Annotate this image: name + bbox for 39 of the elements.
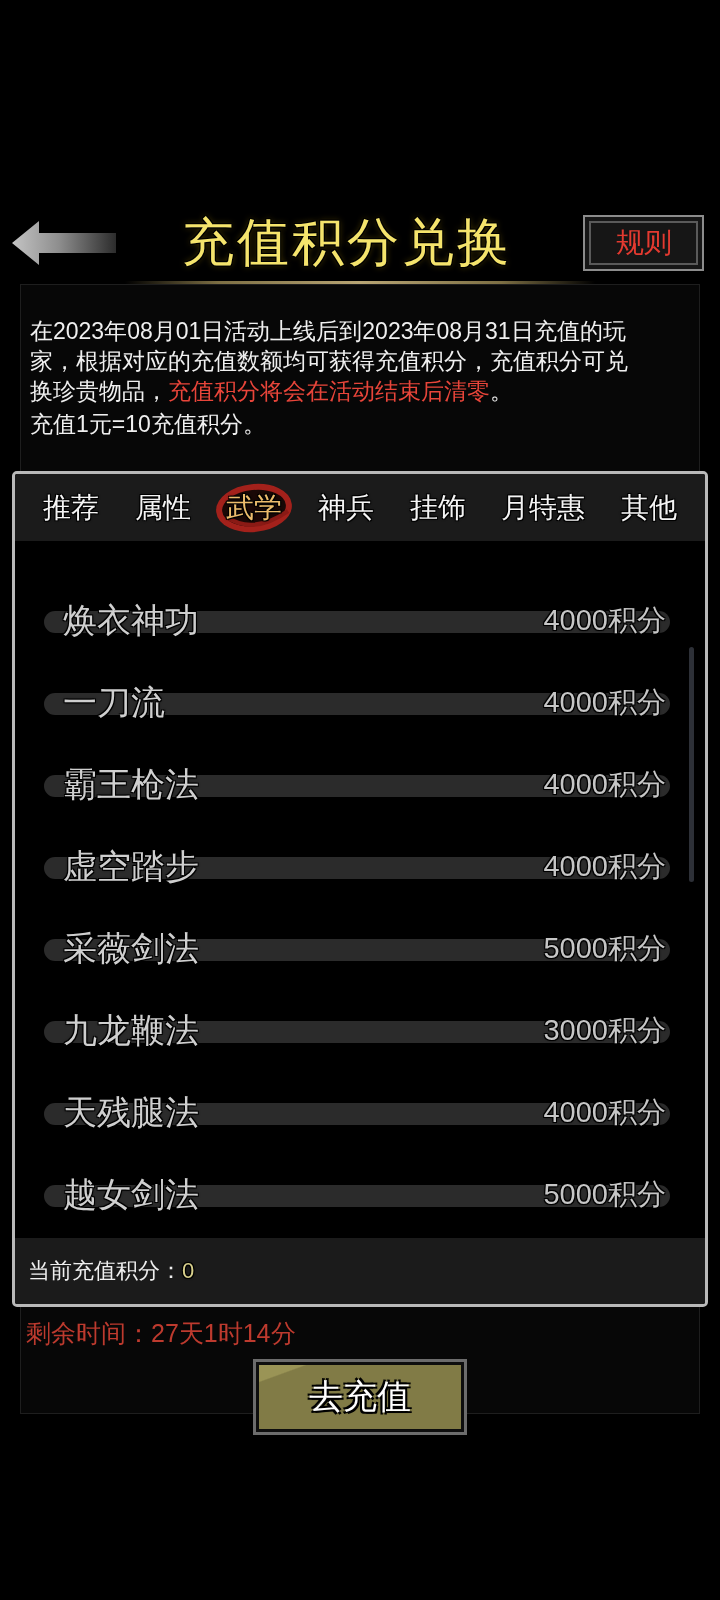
exchange-item[interactable]: 虚空踏步 4000积分 (15, 826, 705, 908)
recharge-button[interactable]: 去充值 (253, 1359, 467, 1435)
item-name: 九龙鞭法 (63, 1010, 199, 1051)
category-tab[interactable]: 月特惠 (489, 480, 598, 535)
item-cost: 5000积分 (543, 1177, 666, 1212)
remaining-time-text: 剩余时间：27天1时14分 (26, 1318, 296, 1348)
exchange-item[interactable]: 霸王枪法 4000积分 (15, 744, 705, 826)
item-cost: 4000积分 (543, 767, 666, 802)
item-name: 采薇剑法 (63, 928, 199, 969)
category-tab[interactable]: 神兵 (305, 480, 386, 535)
item-name: 一刀流 (63, 682, 165, 723)
exchange-item[interactable]: 采薇剑法 5000积分 (15, 908, 705, 990)
item-name: 霸王枪法 (63, 764, 199, 805)
category-tab[interactable]: 挂饰 (397, 480, 478, 535)
balance-label: 当前充值积分： (28, 1257, 182, 1285)
item-cost: 4000积分 (543, 849, 666, 884)
exchange-item[interactable]: 一刀流 4000积分 (15, 662, 705, 744)
rate-note-text: 充值1元=10充值积分。 (30, 410, 267, 439)
page-title: 充值积分兑换 (182, 214, 512, 272)
category-tab[interactable]: 其他 (608, 480, 689, 535)
item-name: 焕衣神功 (63, 600, 199, 641)
item-cost: 4000积分 (543, 603, 666, 638)
exchange-item[interactable]: 天残腿法 4000积分 (15, 1072, 705, 1154)
rules-button[interactable]: 规则 (583, 215, 704, 271)
exchange-item[interactable]: 九龙鞭法 3000积分 (15, 990, 705, 1072)
item-cost: 4000积分 (543, 1095, 666, 1130)
balance-value: 0 (182, 1258, 195, 1284)
category-tab[interactable]: 属性 (122, 480, 203, 535)
exchange-item[interactable]: 越女剑法 5000积分 (15, 1154, 705, 1236)
item-name: 虚空踏步 (63, 846, 199, 887)
item-name: 越女剑法 (63, 1174, 199, 1215)
description-text: 在2023年08月01日活动上线后到2023年08月31日充值的玩家，根据对应的充值数额均可获得充值积分，充值积分可兑换珍贵物品，充值积分将会在活动结束后清零。 (30, 317, 629, 406)
item-name: 天残腿法 (63, 1092, 199, 1133)
back-arrow-icon[interactable] (12, 220, 116, 266)
exchange-item[interactable]: 焕衣神功 4000积分 (15, 580, 705, 662)
item-cost: 3000积分 (543, 1013, 666, 1048)
item-cost: 5000积分 (543, 931, 666, 966)
category-tab[interactable]: 推荐 (31, 480, 111, 535)
item-cost: 4000积分 (543, 685, 666, 720)
